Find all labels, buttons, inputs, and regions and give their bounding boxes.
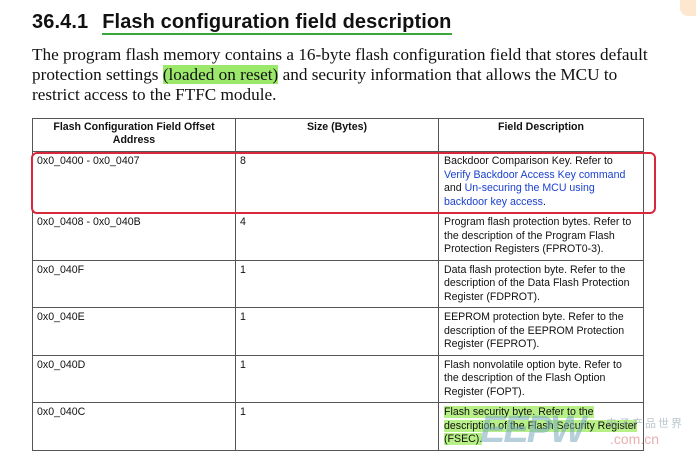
header-offset: Flash Configuration Field Offset Address bbox=[32, 118, 236, 152]
document-page: 36.4.1 Flash configuration field descript… bbox=[0, 0, 696, 451]
size-cell: 1 bbox=[235, 402, 439, 451]
annotation-box bbox=[31, 152, 656, 214]
table-row: 0x0_0408 - 0x0_040B 4 Program flash prot… bbox=[32, 212, 644, 261]
offset-cell: 0x0_040F bbox=[32, 259, 236, 308]
header-size: Size (Bytes) bbox=[235, 118, 439, 152]
table-row: 0x0_040E 1 EEPROM protection byte. Refer… bbox=[32, 307, 644, 356]
header-description: Field Description bbox=[438, 118, 644, 152]
section-heading: 36.4.1 Flash configuration field descript… bbox=[32, 11, 452, 35]
highlighted-phrase: (loaded on reset) bbox=[162, 65, 279, 84]
offset-cell: 0x0_040D bbox=[32, 354, 236, 403]
description-cell: Program flash protection bytes. Refer to… bbox=[438, 212, 644, 261]
watermark-domain: .com.cn bbox=[610, 431, 660, 447]
watermark-logo: EEPW bbox=[480, 409, 586, 451]
intro-paragraph: The program flash memory contains a 16-b… bbox=[32, 45, 660, 105]
offset-cell: 0x0_040E bbox=[32, 307, 236, 356]
size-cell: 1 bbox=[235, 354, 439, 403]
watermark: EEPW 电子产品世界 .com.cn bbox=[480, 409, 690, 451]
page-corner-tab bbox=[680, 0, 696, 16]
table-header-row: Flash Configuration Field Offset Address… bbox=[32, 118, 644, 152]
size-cell: 1 bbox=[235, 307, 439, 356]
size-cell: 1 bbox=[235, 259, 439, 308]
size-cell: 4 bbox=[235, 212, 439, 261]
table-row: 0x0_040D 1 Flash nonvolatile option byte… bbox=[32, 354, 644, 403]
table-row: 0x0_040F 1 Data flash protection byte. R… bbox=[32, 259, 644, 308]
description-cell: EEPROM protection byte. Refer to the des… bbox=[438, 307, 644, 356]
description-cell: Flash nonvolatile option byte. Refer to … bbox=[438, 354, 644, 403]
section-number: 36.4.1 bbox=[32, 11, 89, 33]
watermark-cn-text: 电子产品世界 bbox=[606, 417, 684, 430]
description-cell: Data flash protection byte. Refer to the… bbox=[438, 259, 644, 308]
offset-cell: 0x0_040C bbox=[32, 402, 236, 451]
section-title: Flash configuration field description bbox=[102, 11, 452, 35]
offset-cell: 0x0_0408 - 0x0_040B bbox=[32, 212, 236, 261]
